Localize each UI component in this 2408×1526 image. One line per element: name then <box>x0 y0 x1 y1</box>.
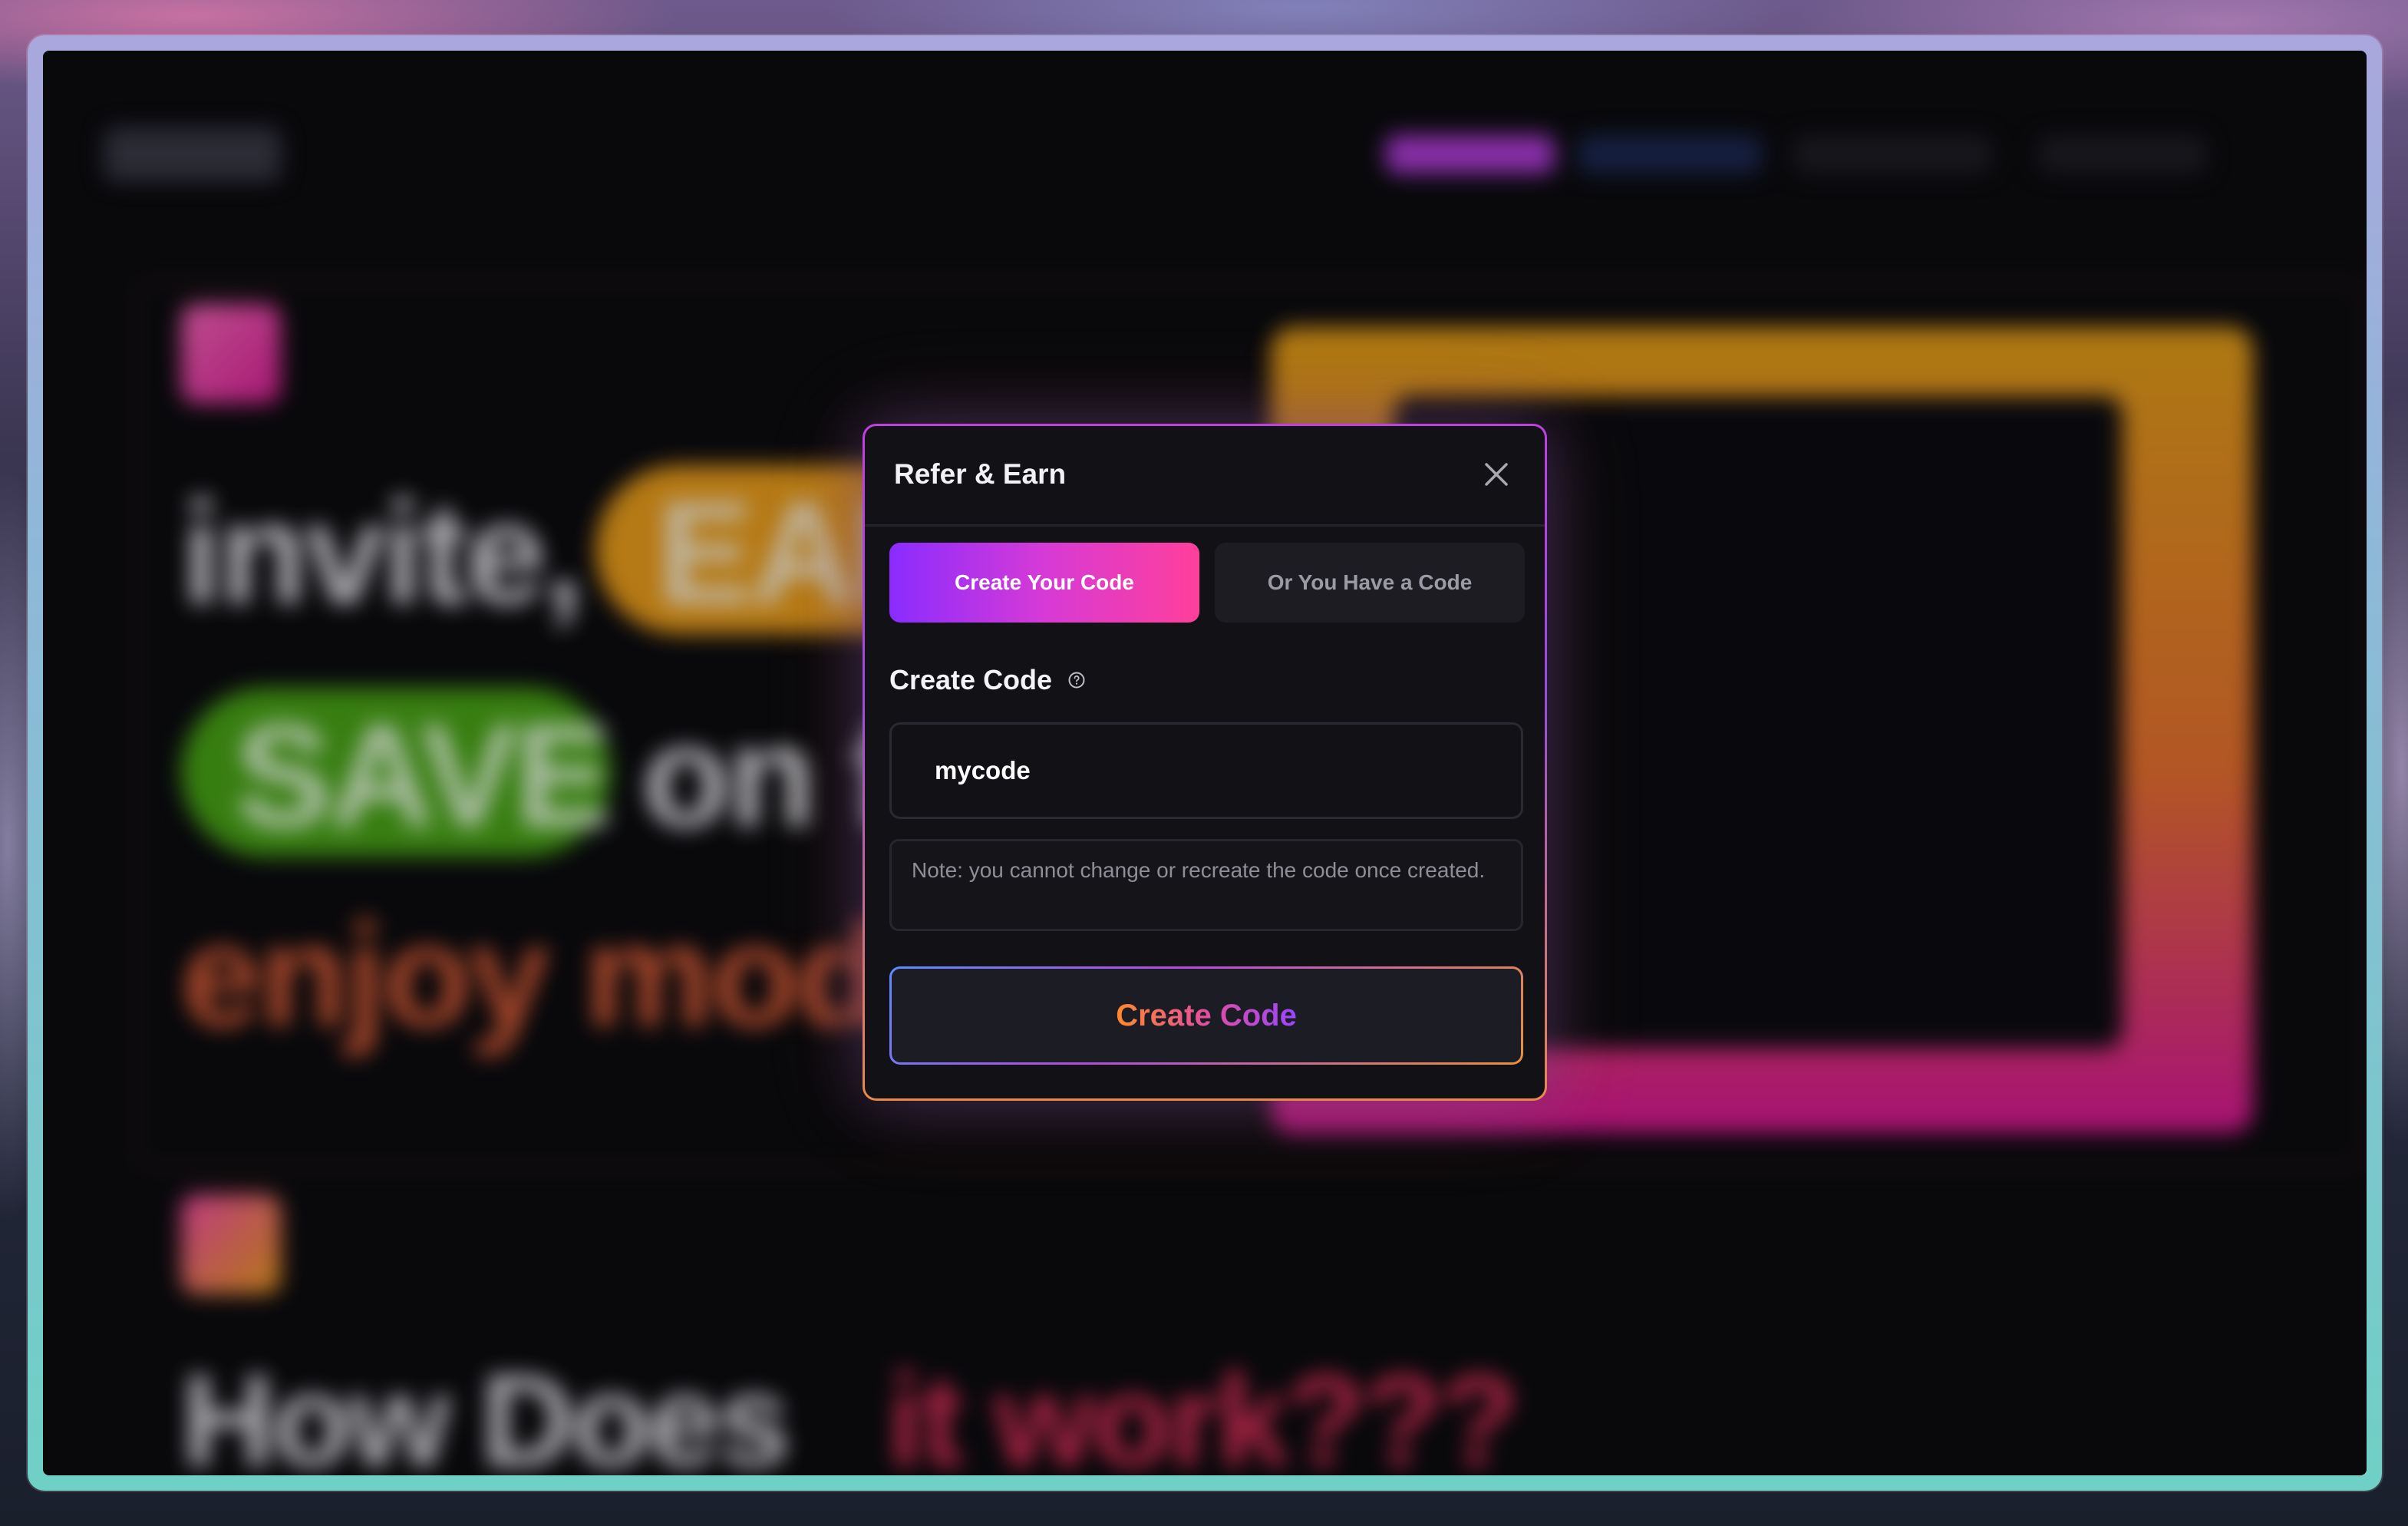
note-text: Note: you cannot change or recreate the … <box>889 839 1523 931</box>
tab-create-your-code[interactable]: Create Your Code <box>889 543 1199 623</box>
modal-header: Refer & Earn <box>865 426 1545 527</box>
help-circle-icon[interactable] <box>1067 671 1086 689</box>
refer-earn-modal: Refer & Earn Create Your Code Or You Hav… <box>863 424 1547 1101</box>
create-code-button-label: Create Code <box>1116 998 1297 1032</box>
create-code-button[interactable]: Create Code <box>889 966 1523 1065</box>
create-code-label-row: Create Code <box>889 664 1086 696</box>
close-icon <box>1485 463 1508 486</box>
modal-title: Refer & Earn <box>894 458 1067 490</box>
tab-or-you-have-a-code[interactable]: Or You Have a Code <box>1215 543 1525 623</box>
create-code-label: Create Code <box>889 664 1053 695</box>
close-button[interactable] <box>1477 455 1516 494</box>
code-input[interactable] <box>889 722 1523 819</box>
